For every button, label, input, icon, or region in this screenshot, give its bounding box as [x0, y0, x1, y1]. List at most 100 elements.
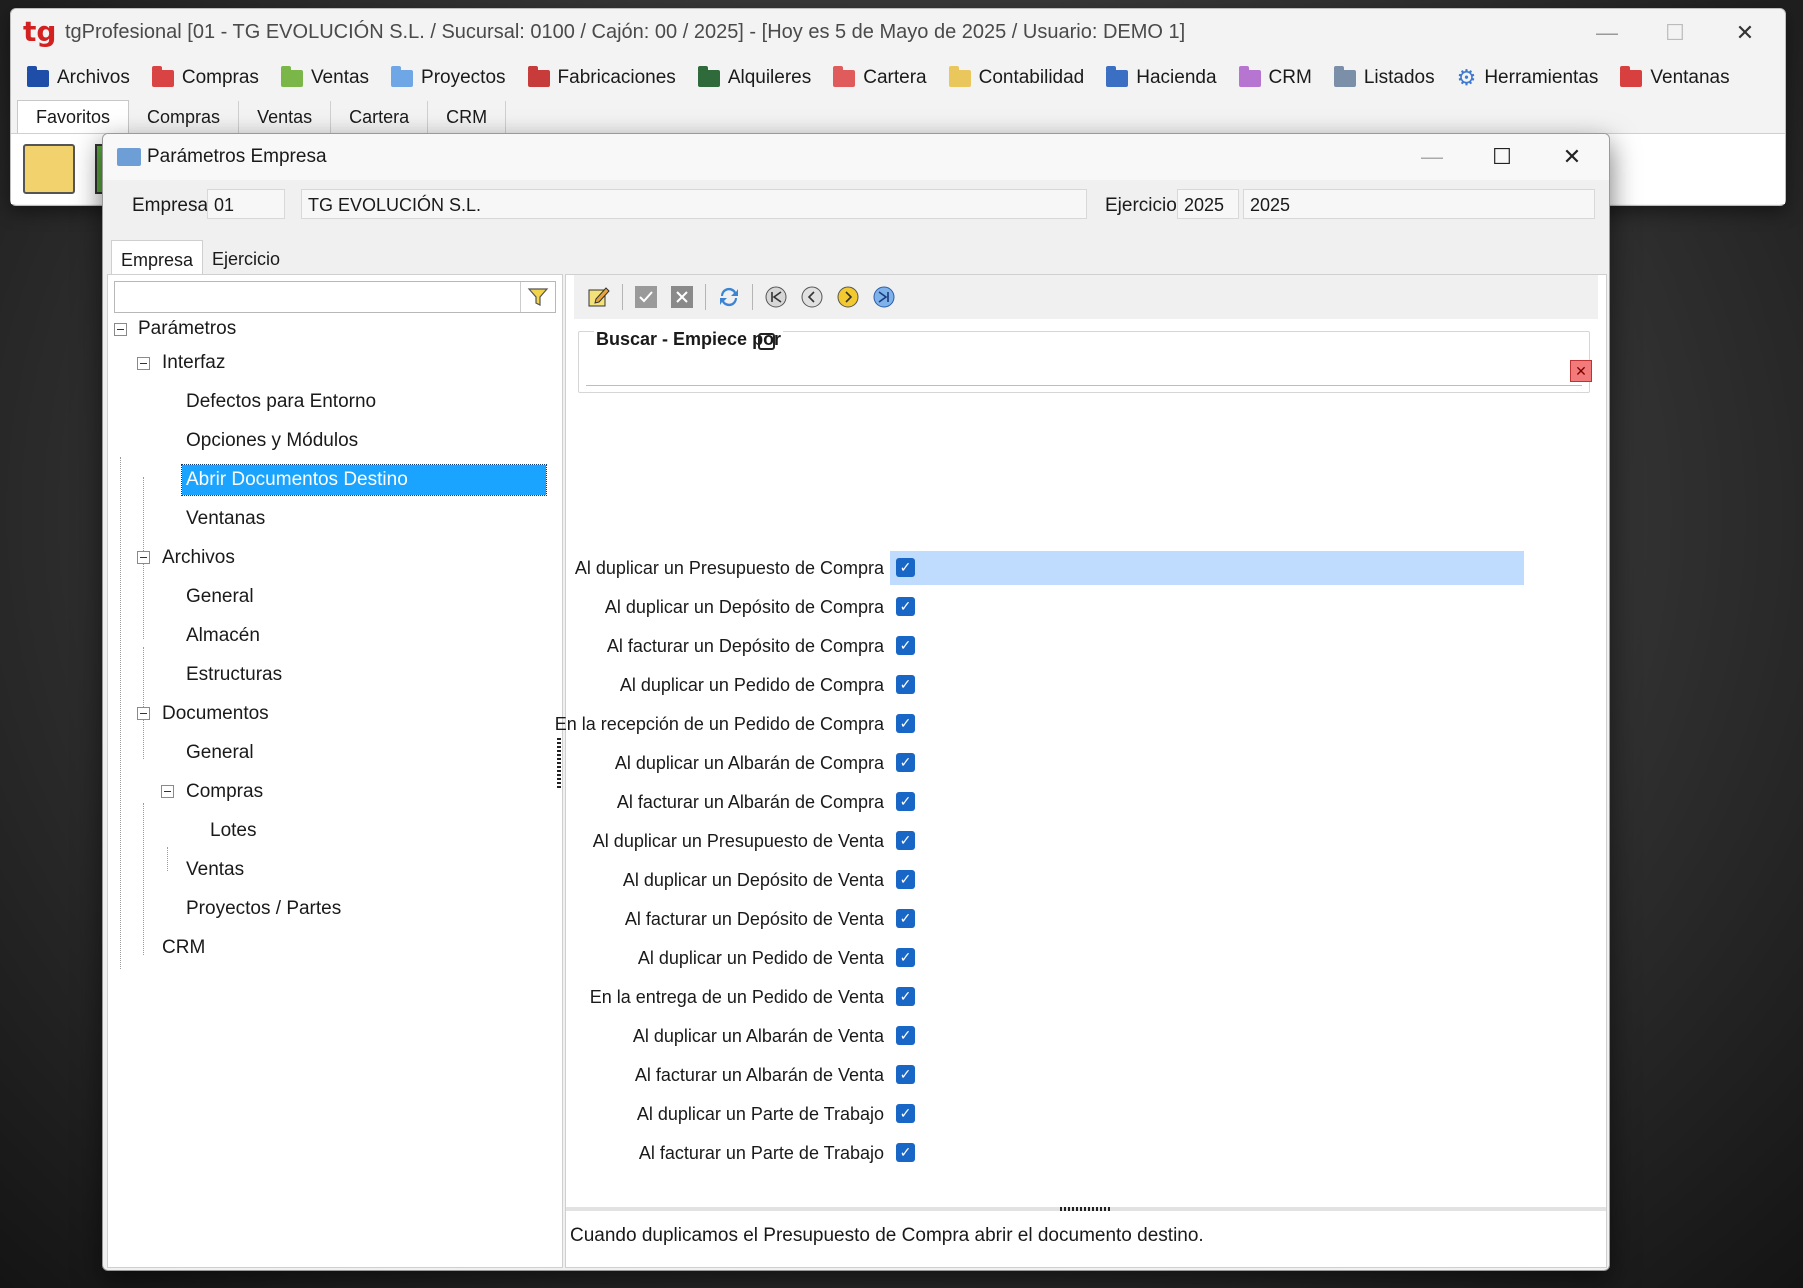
menu-ventanas[interactable]: Ventanas [1610, 61, 1741, 95]
param-row[interactable]: Al facturar un Depósito de Venta ✓ [574, 902, 1430, 936]
tree-item-parametros[interactable]: Parámetros [138, 314, 236, 344]
tree-item-archivos[interactable]: Archivos [162, 543, 235, 573]
param-row[interactable]: Al duplicar un Albarán de Compra ✓ [574, 746, 1430, 780]
tree-item-lotes[interactable]: Lotes [210, 816, 256, 846]
tree-item-crm[interactable]: CRM [162, 933, 205, 963]
param-row[interactable]: Al duplicar un Presupuesto de Venta ✓ [574, 824, 1430, 858]
tree-item-ventanas[interactable]: Ventanas [186, 504, 265, 534]
starts-with-checkbox[interactable] [758, 333, 775, 350]
box-icon[interactable] [23, 144, 75, 194]
menu-archivos[interactable]: Archivos [17, 61, 142, 95]
collapse-compras-toggle[interactable] [161, 785, 174, 798]
tree-item-proyectos[interactable]: Proyectos / Partes [186, 894, 341, 924]
collapse-interfaz-toggle[interactable] [137, 357, 150, 370]
tree-item-abrir-documentos[interactable]: Abrir Documentos Destino [181, 464, 547, 496]
splitter-grip[interactable] [1060, 1207, 1112, 1211]
param-checkbox[interactable]: ✓ [896, 831, 915, 850]
param-checkbox[interactable]: ✓ [896, 753, 915, 772]
search-input[interactable] [586, 355, 1582, 386]
param-checkbox[interactable]: ✓ [896, 714, 915, 733]
param-row[interactable]: Al facturar un Parte de Trabajo ✓ [574, 1136, 1430, 1170]
param-checkbox[interactable]: ✓ [896, 1104, 915, 1123]
menu-fabricaciones[interactable]: Fabricaciones [518, 61, 688, 95]
param-row[interactable]: Al duplicar un Depósito de Compra ✓ [574, 590, 1430, 624]
tree-filter-input[interactable] [114, 281, 556, 313]
tab-crm[interactable]: CRM [428, 101, 507, 133]
param-checkbox[interactable]: ✓ [896, 987, 915, 1006]
tree-item-general-archivos[interactable]: General [186, 582, 254, 612]
param-checkbox[interactable]: ✓ [896, 1026, 915, 1045]
tree-item-general-documentos[interactable]: General [186, 738, 254, 768]
param-row[interactable]: Al duplicar un Depósito de Venta ✓ [574, 863, 1430, 897]
dialog-minimize-button[interactable]: — [1397, 134, 1467, 180]
collapse-documentos-toggle[interactable] [137, 707, 150, 720]
param-row[interactable]: Al duplicar un Presupuesto de Compra ✓ [574, 551, 1524, 585]
tab-cartera[interactable]: Cartera [331, 101, 429, 133]
param-checkbox[interactable]: ✓ [896, 1143, 915, 1162]
tree-item-estructuras[interactable]: Estructuras [186, 660, 282, 690]
refresh-icon[interactable] [716, 284, 742, 310]
param-row[interactable]: Al facturar un Albarán de Venta ✓ [574, 1058, 1430, 1092]
param-checkbox[interactable]: ✓ [896, 636, 915, 655]
param-checkbox[interactable]: ✓ [896, 675, 915, 694]
param-row[interactable]: Al duplicar un Pedido de Venta ✓ [574, 941, 1430, 975]
close-button[interactable]: ✕ [1711, 9, 1779, 57]
tree-item-opciones[interactable]: Opciones y Módulos [186, 426, 358, 456]
menu-compras[interactable]: Compras [142, 61, 271, 95]
param-checkbox[interactable]: ✓ [896, 597, 915, 616]
menu-hacienda[interactable]: Hacienda [1096, 61, 1228, 95]
cancel-icon[interactable] [669, 284, 695, 310]
param-checkbox[interactable]: ✓ [896, 948, 915, 967]
param-row[interactable]: Al facturar un Albarán de Compra ✓ [574, 785, 1430, 819]
collapse-archivos-toggle[interactable] [137, 551, 150, 564]
previous-record-icon[interactable] [799, 284, 825, 310]
tab-compras[interactable]: Compras [129, 101, 240, 133]
menu-cartera[interactable]: Cartera [823, 61, 938, 95]
tree-item-compras[interactable]: Compras [186, 777, 263, 807]
filter-icon[interactable] [520, 282, 555, 312]
param-row[interactable]: En la recepción de un Pedido de Compra ✓ [555, 707, 1430, 741]
menu-crm[interactable]: CRM [1229, 61, 1324, 95]
param-row[interactable]: Al duplicar un Parte de Trabajo ✓ [574, 1097, 1430, 1131]
param-checkbox[interactable]: ✓ [896, 792, 915, 811]
vertical-splitter[interactable] [557, 738, 561, 790]
collapse-parametros-toggle[interactable] [114, 323, 127, 336]
minimize-button[interactable]: — [1573, 9, 1641, 57]
tree-item-documentos[interactable]: Documentos [162, 699, 269, 729]
dialog-close-button[interactable]: ✕ [1537, 134, 1607, 180]
menu-listados[interactable]: Listados [1324, 61, 1447, 95]
menu-proyectos[interactable]: Proyectos [381, 61, 517, 95]
ejercicio-field[interactable]: 2025 [1177, 189, 1239, 219]
first-record-icon[interactable] [763, 284, 789, 310]
maximize-button[interactable]: ☐ [1641, 9, 1709, 57]
tab-ejercicio[interactable]: Ejercicio [203, 240, 289, 274]
param-row[interactable]: Al facturar un Depósito de Compra ✓ [574, 629, 1430, 663]
menu-contabilidad[interactable]: Contabilidad [939, 61, 1097, 95]
ejercicio-desc-field[interactable]: 2025 [1243, 189, 1595, 219]
next-record-icon[interactable] [835, 284, 861, 310]
dialog-maximize-button[interactable]: ☐ [1467, 134, 1537, 180]
menu-herramientas[interactable]: ⚙ Herramientas [1447, 61, 1611, 95]
menu-ventas[interactable]: Ventas [271, 61, 381, 95]
empresa-code-field[interactable]: 01 [207, 189, 285, 219]
last-record-icon[interactable] [871, 284, 897, 310]
tab-favoritos[interactable]: Favoritos [17, 100, 130, 133]
accept-icon[interactable] [633, 284, 659, 310]
tree-item-ventas[interactable]: Ventas [186, 855, 244, 885]
tree-item-almacen[interactable]: Almacén [186, 621, 260, 651]
tree-item-interfaz[interactable]: Interfaz [162, 348, 225, 378]
param-checkbox[interactable]: ✓ [896, 1065, 915, 1084]
tab-empresa[interactable]: Empresa [111, 240, 204, 275]
empresa-name-field[interactable]: TG EVOLUCIÓN S.L. [301, 189, 1087, 219]
tab-ventas[interactable]: Ventas [239, 101, 332, 133]
param-row[interactable]: Al duplicar un Pedido de Compra ✓ [574, 668, 1430, 702]
clear-search-button[interactable]: ✕ [1570, 360, 1592, 382]
tree-item-defectos[interactable]: Defectos para Entorno [186, 387, 376, 417]
param-checkbox[interactable]: ✓ [896, 870, 915, 889]
edit-icon[interactable] [586, 284, 612, 310]
param-checkbox[interactable]: ✓ [896, 909, 915, 928]
menu-alquileres[interactable]: Alquileres [688, 61, 823, 95]
param-row[interactable]: Al duplicar un Albarán de Venta ✓ [574, 1019, 1430, 1053]
param-row[interactable]: En la entrega de un Pedido de Venta ✓ [574, 980, 1430, 1014]
param-checkbox[interactable]: ✓ [896, 558, 915, 577]
